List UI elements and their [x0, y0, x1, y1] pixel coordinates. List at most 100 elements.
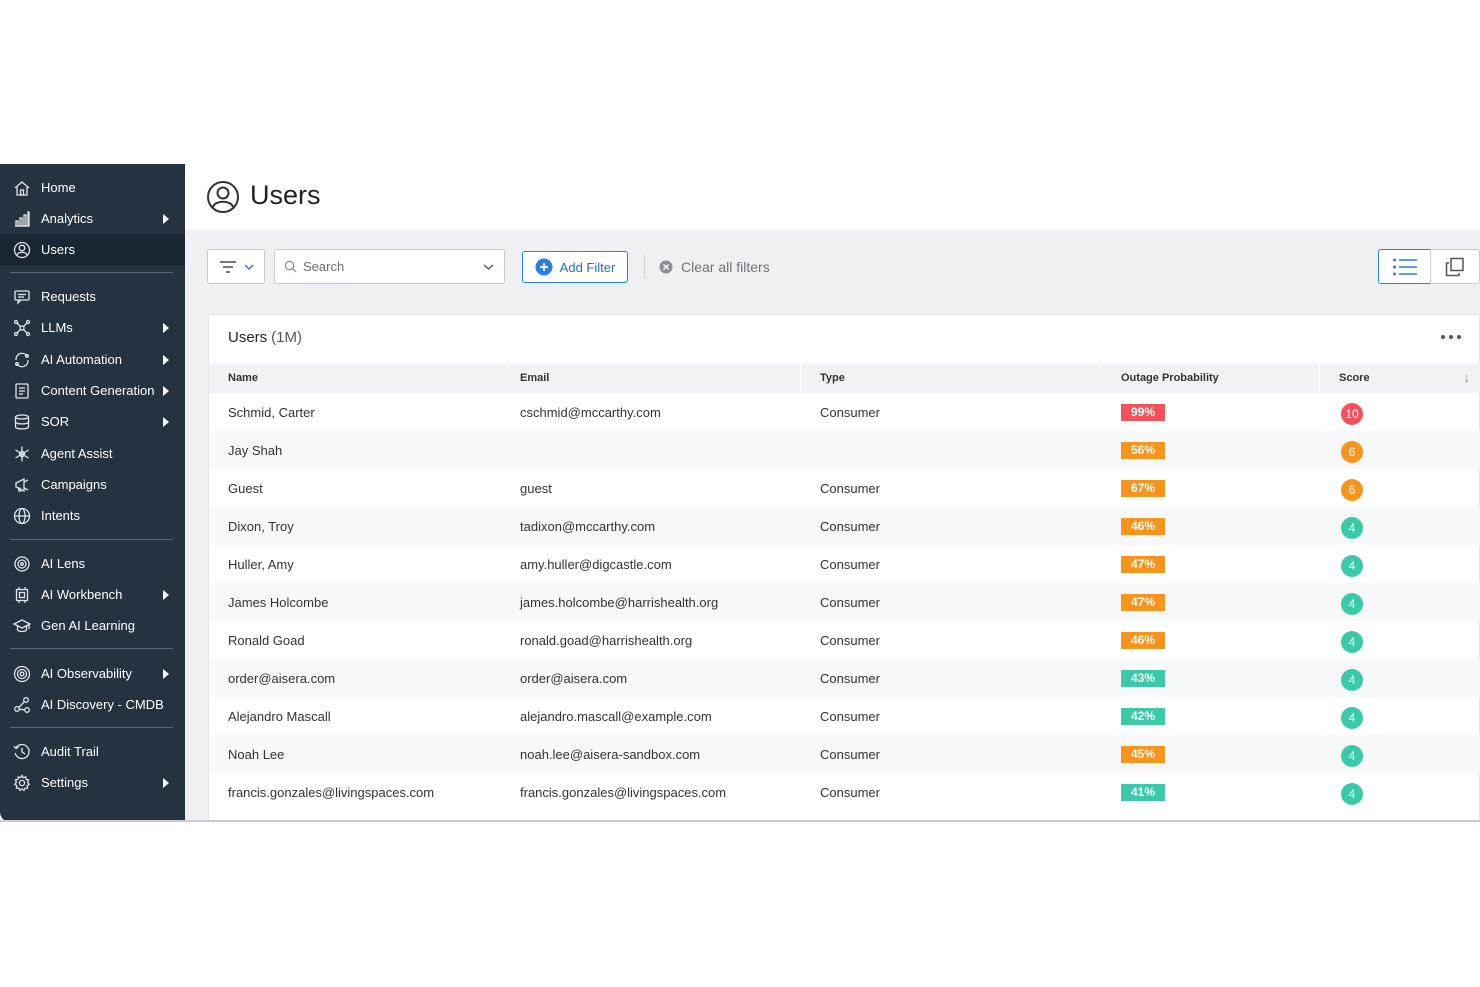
score-badge: 4 — [1341, 517, 1363, 539]
table-row[interactable]: francis.gonzales@livingspaces.com francis… — [209, 773, 1480, 811]
sidebar-item-label: AI Observability — [41, 666, 133, 681]
target-icon — [12, 664, 32, 684]
caret-right-icon — [163, 322, 169, 333]
table-row[interactable]: Huller, Amy amy.huller@digcastle.com Consu… — [209, 545, 1480, 583]
column-header-label: Type — [820, 372, 845, 384]
sidebar-item-label: Requests — [41, 289, 96, 304]
table-row[interactable]: Noah Lee noah.lee@aisera-sandbox.com Consu… — [209, 735, 1480, 773]
sidebar-item-sor[interactable]: SOR — [0, 406, 185, 437]
sidebar-item-intents[interactable]: Intents — [0, 500, 185, 531]
sort-down-icon[interactable]: ↓ — [1464, 370, 1471, 385]
cell-name: order@aisera.com — [228, 670, 336, 686]
sidebar-item-campaigns[interactable]: Campaigns — [0, 469, 185, 500]
page-header: Users — [185, 164, 1480, 230]
sidebar-item-analytics[interactable]: Analytics — [0, 203, 185, 234]
chat-icon — [12, 287, 32, 307]
table-row[interactable]: Jay Shah 56% 6 — [209, 431, 1480, 469]
cell-type: Consumer — [820, 594, 880, 610]
cell-outage-probability: 46% — [1102, 621, 1320, 659]
cycle-icon — [12, 350, 32, 370]
sidebar-item-agent-assist[interactable]: Agent Assist — [0, 438, 185, 469]
cell-name: James Holcombe — [228, 594, 329, 610]
add-filter-button[interactable]: Add Filter — [522, 251, 628, 283]
column-header-type[interactable]: Type — [801, 363, 1101, 393]
search-icon — [284, 260, 297, 273]
sidebar-item-ai-lens[interactable]: AI Lens — [0, 548, 185, 579]
column-header-email[interactable]: Email — [501, 363, 801, 393]
sidebar-item-ai-observability[interactable]: AI Observability — [0, 658, 185, 689]
search-input[interactable] — [303, 259, 473, 274]
caret-right-icon — [163, 416, 169, 427]
card-view-toggle[interactable] — [1430, 249, 1480, 284]
cell-type: Consumer — [820, 746, 880, 762]
history-icon — [12, 742, 32, 762]
cell-type: Consumer — [820, 404, 880, 420]
column-header-label: Name — [228, 372, 258, 384]
cell-type: Consumer — [820, 784, 880, 800]
cell-score: 4 — [1320, 621, 1480, 659]
cell-score: 4 — [1320, 773, 1480, 811]
cell-score: 10 — [1320, 393, 1480, 431]
cell-outage-probability: 99% — [1102, 393, 1320, 431]
sidebar-item-label: Users — [41, 242, 75, 257]
cell-email: alejandro.mascall@example.com — [520, 708, 712, 724]
probability-badge: 47% — [1121, 555, 1165, 573]
search-box[interactable] — [274, 249, 505, 284]
cell-outage-probability: 47% — [1102, 545, 1320, 583]
chevron-down-icon[interactable] — [483, 263, 494, 271]
sidebar-item-content-generation[interactable]: Content Generation — [0, 375, 185, 406]
table-row[interactable]: James Holcombe james.holcombe@harrishealt… — [209, 583, 1480, 621]
sidebar-item-ai-automation[interactable]: AI Automation — [0, 344, 185, 375]
app-window: Home Analytics Users Requests LLMs AI Automat… — [0, 164, 1480, 822]
sidebar-item-requests[interactable]: Requests — [0, 281, 185, 312]
column-header-prob[interactable]: Outage Probability — [1102, 363, 1320, 393]
table-row[interactable]: Schmid, Carter cschmid@mccarthy.com Consum… — [209, 393, 1480, 431]
more-options-icon[interactable] — [1441, 335, 1461, 339]
column-header-score[interactable]: Score ↓ — [1320, 363, 1480, 393]
table-row[interactable]: Alejandro Mascall alejandro.mascall@examp… — [209, 697, 1480, 735]
cell-email: order@aisera.com — [520, 670, 628, 686]
sidebar-divider — [10, 727, 173, 728]
cell-type: Consumer — [820, 518, 880, 534]
sidebar-item-ai-workbench[interactable]: AI Workbench — [0, 579, 185, 610]
table-row[interactable]: Guest guest Consumer 67% 6 — [209, 469, 1480, 507]
column-header-name[interactable]: Name — [209, 363, 509, 393]
filter-menu-button[interactable] — [207, 249, 265, 284]
cell-score: 4 — [1320, 735, 1480, 773]
cell-email: ronald.goad@harrishealth.org — [520, 632, 693, 648]
sidebar-item-label: Home — [41, 180, 76, 195]
cell-type: Consumer — [820, 480, 880, 496]
table-header: Name Email Type Outage Probability Score ↓ — [209, 363, 1480, 393]
cell-score: 6 — [1320, 469, 1480, 507]
sidebar-item-llms[interactable]: LLMs — [0, 312, 185, 343]
cell-outage-probability: 42% — [1102, 697, 1320, 735]
megaphone-icon — [12, 475, 32, 495]
score-badge: 4 — [1341, 783, 1363, 805]
sidebar-item-ai-discovery-cmdb[interactable]: AI Discovery - CMDB — [0, 689, 185, 720]
score-badge: 4 — [1341, 669, 1363, 691]
sidebar-item-users[interactable]: Users — [0, 234, 185, 265]
chevron-down-icon — [243, 263, 254, 270]
probability-badge: 46% — [1121, 631, 1165, 649]
sidebar-item-audit-trail[interactable]: Audit Trail — [0, 736, 185, 767]
sidebar-item-gen-ai-learning[interactable]: Gen AI Learning — [0, 610, 185, 641]
sidebar-item-settings[interactable]: Settings — [0, 767, 185, 798]
sidebar-item-label: AI Discovery - CMDB — [41, 697, 164, 712]
table-row[interactable]: Dixon, Troy tadixon@mccarthy.com Consumer 4… — [209, 507, 1480, 545]
sidebar-item-home[interactable]: Home — [0, 172, 185, 203]
page-title: Users — [250, 180, 321, 210]
score-badge: 4 — [1341, 555, 1363, 577]
table-row[interactable]: Ronald Goad ronald.goad@harrishealth.org C… — [209, 621, 1480, 659]
caret-right-icon — [163, 668, 169, 679]
sidebar-item-label: Analytics — [41, 211, 94, 226]
cell-name: Ronald Goad — [228, 632, 305, 648]
probability-badge: 67% — [1121, 479, 1165, 497]
analytics-icon — [12, 209, 32, 229]
sidebar-item-label: Intents — [41, 508, 81, 523]
list-view-toggle[interactable] — [1378, 249, 1431, 284]
cell-outage-probability: 41% — [1102, 773, 1320, 811]
table-row[interactable]: order@aisera.com order@aisera.com Consumer… — [209, 659, 1480, 697]
clear-filters-button[interactable]: Clear all filters — [659, 259, 770, 275]
user-icon — [207, 181, 239, 213]
sidebar-item-label: Gen AI Learning — [41, 618, 135, 633]
